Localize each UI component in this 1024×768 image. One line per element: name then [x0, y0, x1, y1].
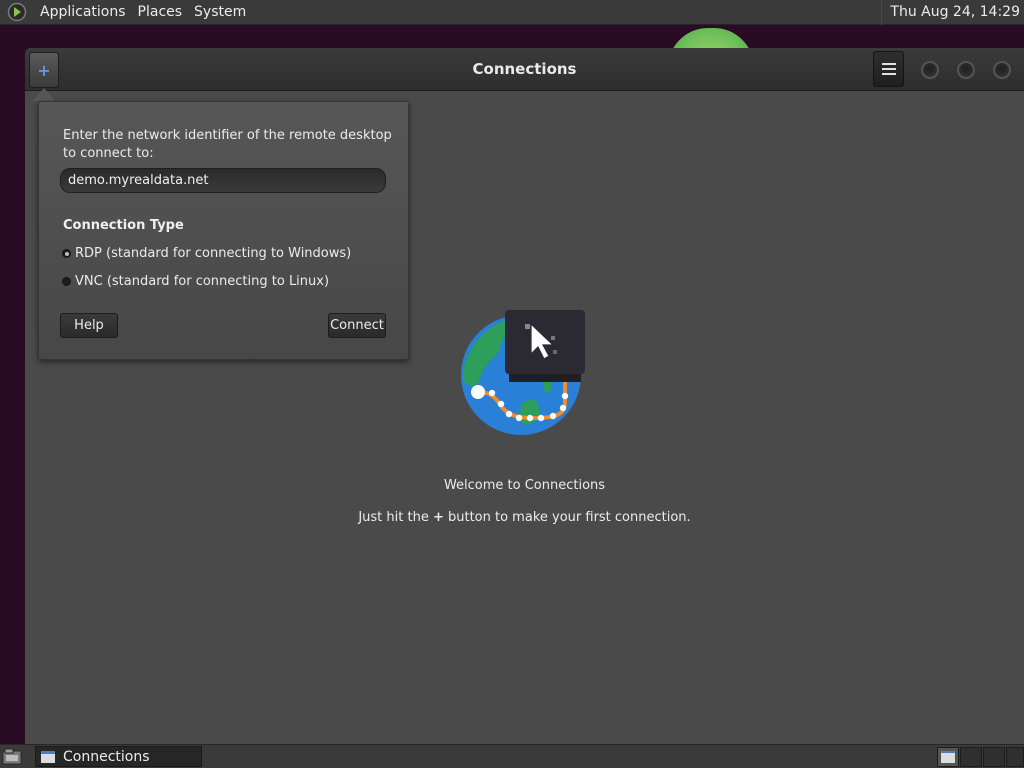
welcome-hint-after: button to make your first connection.: [443, 510, 691, 525]
workspace-2[interactable]: [960, 747, 982, 767]
menu-places[interactable]: Places: [132, 0, 189, 25]
top-panel: Applications Places System Thu Aug 24, 1…: [0, 0, 1024, 25]
radio-selected-icon[interactable]: [62, 249, 71, 258]
menu-applications[interactable]: Applications: [34, 0, 132, 25]
connection-type-label: Connection Type: [63, 218, 184, 233]
menu-system[interactable]: System: [188, 0, 252, 25]
bottom-panel: Connections: [0, 744, 1024, 768]
main-menu-button[interactable]: [873, 51, 904, 87]
radio-vnc-label: VNC (standard for connecting to Linux): [75, 274, 330, 289]
connect-button[interactable]: Connect: [328, 313, 386, 338]
connections-window: + Connections Welcome to Connections Jus…: [25, 48, 1024, 744]
window-icon: [41, 750, 55, 763]
add-connection-button[interactable]: +: [29, 52, 59, 88]
show-desktop-icon[interactable]: [2, 748, 22, 766]
new-connection-popover: Enter the network identifier of the remo…: [38, 101, 409, 360]
radio-rdp[interactable]: RDP (standard for connecting to Windows): [62, 246, 351, 261]
maximize-button[interactable]: [957, 61, 975, 79]
workspace-3[interactable]: [983, 747, 1005, 767]
connections-illustration: [461, 310, 591, 440]
address-input[interactable]: demo.myrealdata.net: [60, 168, 386, 193]
headerbar: + Connections: [25, 48, 1024, 91]
welcome-hint-before: Just hit the: [358, 510, 433, 525]
workspace-4[interactable]: [1006, 747, 1024, 767]
radio-vnc[interactable]: VNC (standard for connecting to Linux): [62, 274, 329, 289]
plus-icon: +: [37, 60, 51, 80]
hamburger-menu-icon: [881, 63, 896, 75]
welcome-hint: Just hit the + button to make your first…: [25, 510, 1024, 525]
taskbar-item-connections[interactable]: Connections: [35, 746, 202, 767]
radio-rdp-label: RDP (standard for connecting to Windows): [75, 246, 352, 261]
taskbar-item-label: Connections: [63, 748, 150, 765]
close-button[interactable]: [993, 61, 1011, 79]
workspace-1[interactable]: [937, 747, 959, 767]
welcome-hint-plus: +: [432, 510, 444, 525]
welcome-title: Welcome to Connections: [443, 478, 606, 493]
address-prompt: Enter the network identifier of the remo…: [63, 128, 392, 161]
radio-unselected-icon[interactable]: [62, 277, 71, 286]
help-button[interactable]: Help: [60, 313, 118, 338]
distro-logo-icon[interactable]: [6, 1, 28, 23]
popover-arrow: [33, 88, 55, 101]
minimize-button[interactable]: [921, 61, 939, 79]
panel-clock[interactable]: Thu Aug 24, 14:29: [881, 0, 1024, 25]
